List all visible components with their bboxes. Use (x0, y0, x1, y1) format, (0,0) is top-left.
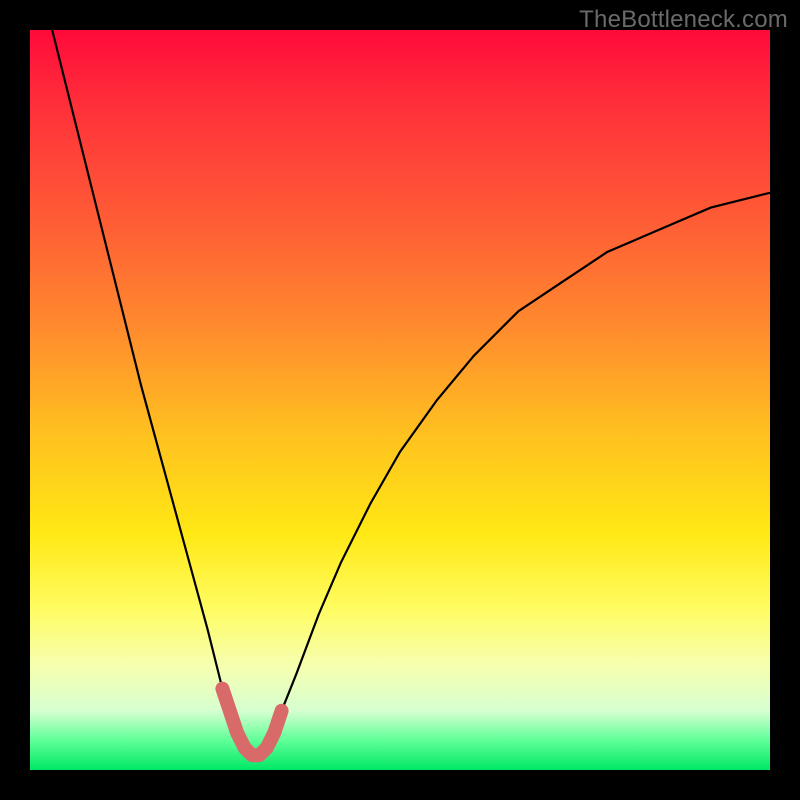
curve-layer (30, 30, 770, 770)
watermark-text: TheBottleneck.com (579, 6, 788, 34)
plot-area (30, 30, 770, 770)
minimum-highlight (222, 689, 281, 756)
bottleneck-curve (52, 30, 770, 755)
chart-frame: TheBottleneck.com (0, 0, 800, 800)
